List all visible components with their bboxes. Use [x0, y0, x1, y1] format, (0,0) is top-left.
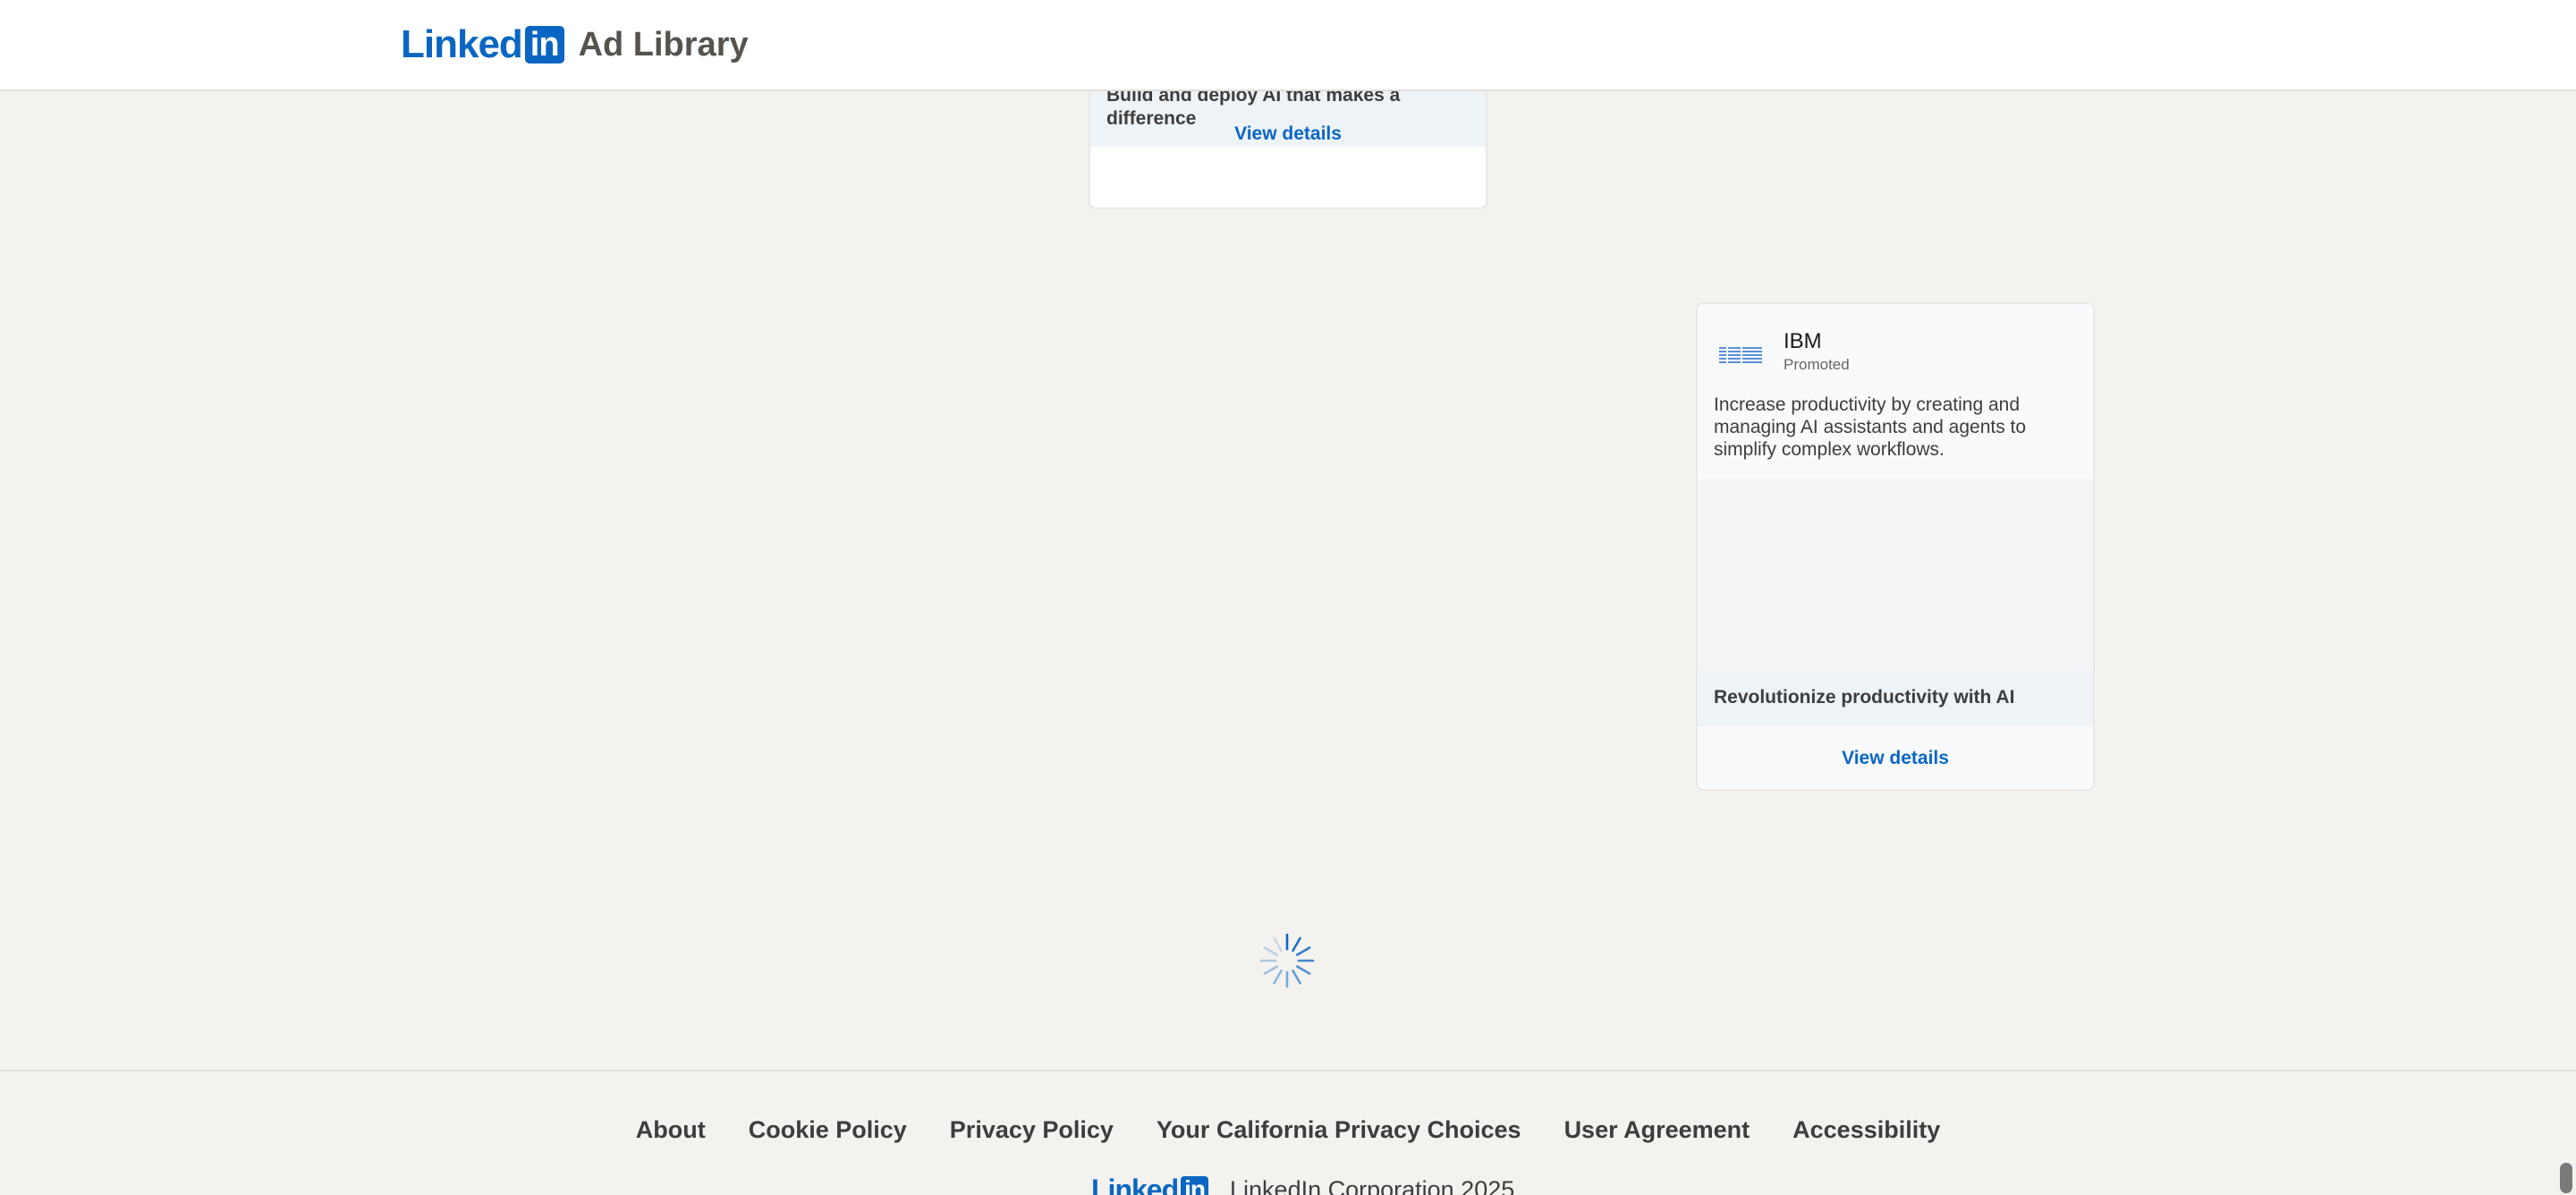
header: Linked in Ad Library	[0, 0, 2576, 91]
ad-media	[1698, 479, 2093, 671]
footer-bottom: Linked in LinkedIn Corporation 2025	[1091, 1175, 1514, 1195]
footer-logo-box: in	[1181, 1176, 1209, 1195]
ibm-logo-icon	[1719, 347, 1762, 363]
footer-link-accessibility[interactable]: Accessibility	[1792, 1116, 1940, 1144]
footer-nav: About Cookie Policy Privacy Policy Your …	[0, 1116, 2576, 1144]
linkedin-logo-word: Linked	[401, 22, 523, 66]
page-title: Ad Library	[578, 26, 749, 64]
footer-link-california-privacy[interactable]: Your California Privacy Choices	[1157, 1116, 1521, 1144]
footer: About Cookie Policy Privacy Policy Your …	[0, 1070, 2576, 1195]
ibm-logo	[1719, 335, 1762, 377]
footer-link-user-agreement[interactable]: User Agreement	[1564, 1116, 1750, 1144]
ad-card: IBM Promoted Increase productivity by cr…	[1696, 302, 2095, 791]
view-details-link[interactable]: View details	[1090, 123, 1486, 145]
footer-linkedin-logo: Linked in	[1091, 1174, 1209, 1195]
footer-link-cookie-policy[interactable]: Cookie Policy	[749, 1116, 907, 1144]
ad-headline: Revolutionize productivity with AI	[1714, 687, 2015, 708]
view-details-link[interactable]: View details	[1698, 748, 2093, 769]
footer-link-about[interactable]: About	[636, 1116, 706, 1144]
scrollbar[interactable]	[2555, 0, 2576, 1195]
advertiser-name[interactable]: IBM	[1784, 329, 1822, 354]
footer-link-privacy-policy[interactable]: Privacy Policy	[950, 1116, 1114, 1144]
page: Linked in Ad Library Build and deploy AI …	[0, 0, 2576, 1195]
loading-spinner-icon	[1259, 933, 1315, 988]
brand[interactable]: Linked in Ad Library	[401, 25, 749, 64]
ad-description: Increase productivity by creating and ma…	[1714, 394, 2027, 460]
promoted-label: Promoted	[1784, 356, 1850, 373]
copyright-text: LinkedIn Corporation 2025	[1230, 1175, 1515, 1195]
scrollbar-thumb[interactable]	[2560, 1163, 2572, 1193]
footer-logo-word: Linked	[1091, 1174, 1179, 1195]
linkedin-logo-box: in	[524, 26, 564, 64]
